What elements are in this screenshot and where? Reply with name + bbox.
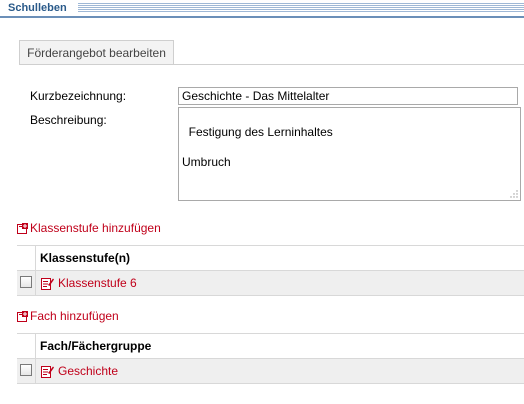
fach-table: Fach/Fächergruppe Geschichte <box>17 333 524 384</box>
column-separator <box>35 246 36 270</box>
tab-foerderangebot-bearbeiten[interactable]: Förderangebot bearbeiten <box>19 40 174 65</box>
kurzbezeichnung-label: Kurzbezeichnung: <box>30 89 127 103</box>
column-separator <box>35 271 36 295</box>
add-row-icon <box>17 222 28 234</box>
column-separator <box>35 359 36 383</box>
column-separator <box>35 334 36 358</box>
add-klassenstufe-link[interactable]: Klassenstufe hinzufügen <box>17 221 161 235</box>
header-stripes <box>78 3 524 13</box>
edit-icon[interactable] <box>41 277 54 290</box>
table-row: Geschichte <box>17 359 524 384</box>
klassenstufe-row-link[interactable]: Klassenstufe 6 <box>58 276 137 290</box>
resize-grip-icon[interactable] <box>510 190 518 198</box>
kurzbezeichnung-input[interactable]: Geschichte - Das Mittelalter <box>178 87 518 105</box>
table-row: Klassenstufe 6 <box>17 271 524 296</box>
klassenstufe-table: Klassenstufe(n) Klassenstufe 6 <box>17 245 524 296</box>
fach-row-link[interactable]: Geschichte <box>58 364 118 378</box>
tab-divider <box>19 64 524 65</box>
klassenstufe-row-checkbox[interactable] <box>20 276 32 288</box>
beschreibung-text: Festigung des Lerninhaltes Umbruch <box>182 125 333 169</box>
add-fach-label: Fach hinzufügen <box>30 309 119 323</box>
section-header: Schulleben <box>0 0 524 18</box>
header-divider <box>0 16 524 18</box>
section-title: Schulleben <box>8 2 67 14</box>
fach-row-checkbox[interactable] <box>20 364 32 376</box>
beschreibung-textarea[interactable]: Festigung des Lerninhaltes Umbruch <box>178 107 521 201</box>
edit-icon[interactable] <box>41 365 54 378</box>
klassenstufe-column-header: Klassenstufe(n) <box>40 251 131 265</box>
add-row-icon <box>17 310 28 322</box>
fach-table-header: Fach/Fächergruppe <box>17 333 524 359</box>
add-fach-link[interactable]: Fach hinzufügen <box>17 309 119 323</box>
klassenstufe-table-header: Klassenstufe(n) <box>17 245 524 271</box>
beschreibung-label: Beschreibung: <box>30 113 107 127</box>
fach-column-header: Fach/Fächergruppe <box>40 339 152 353</box>
add-klassenstufe-label: Klassenstufe hinzufügen <box>30 221 161 235</box>
